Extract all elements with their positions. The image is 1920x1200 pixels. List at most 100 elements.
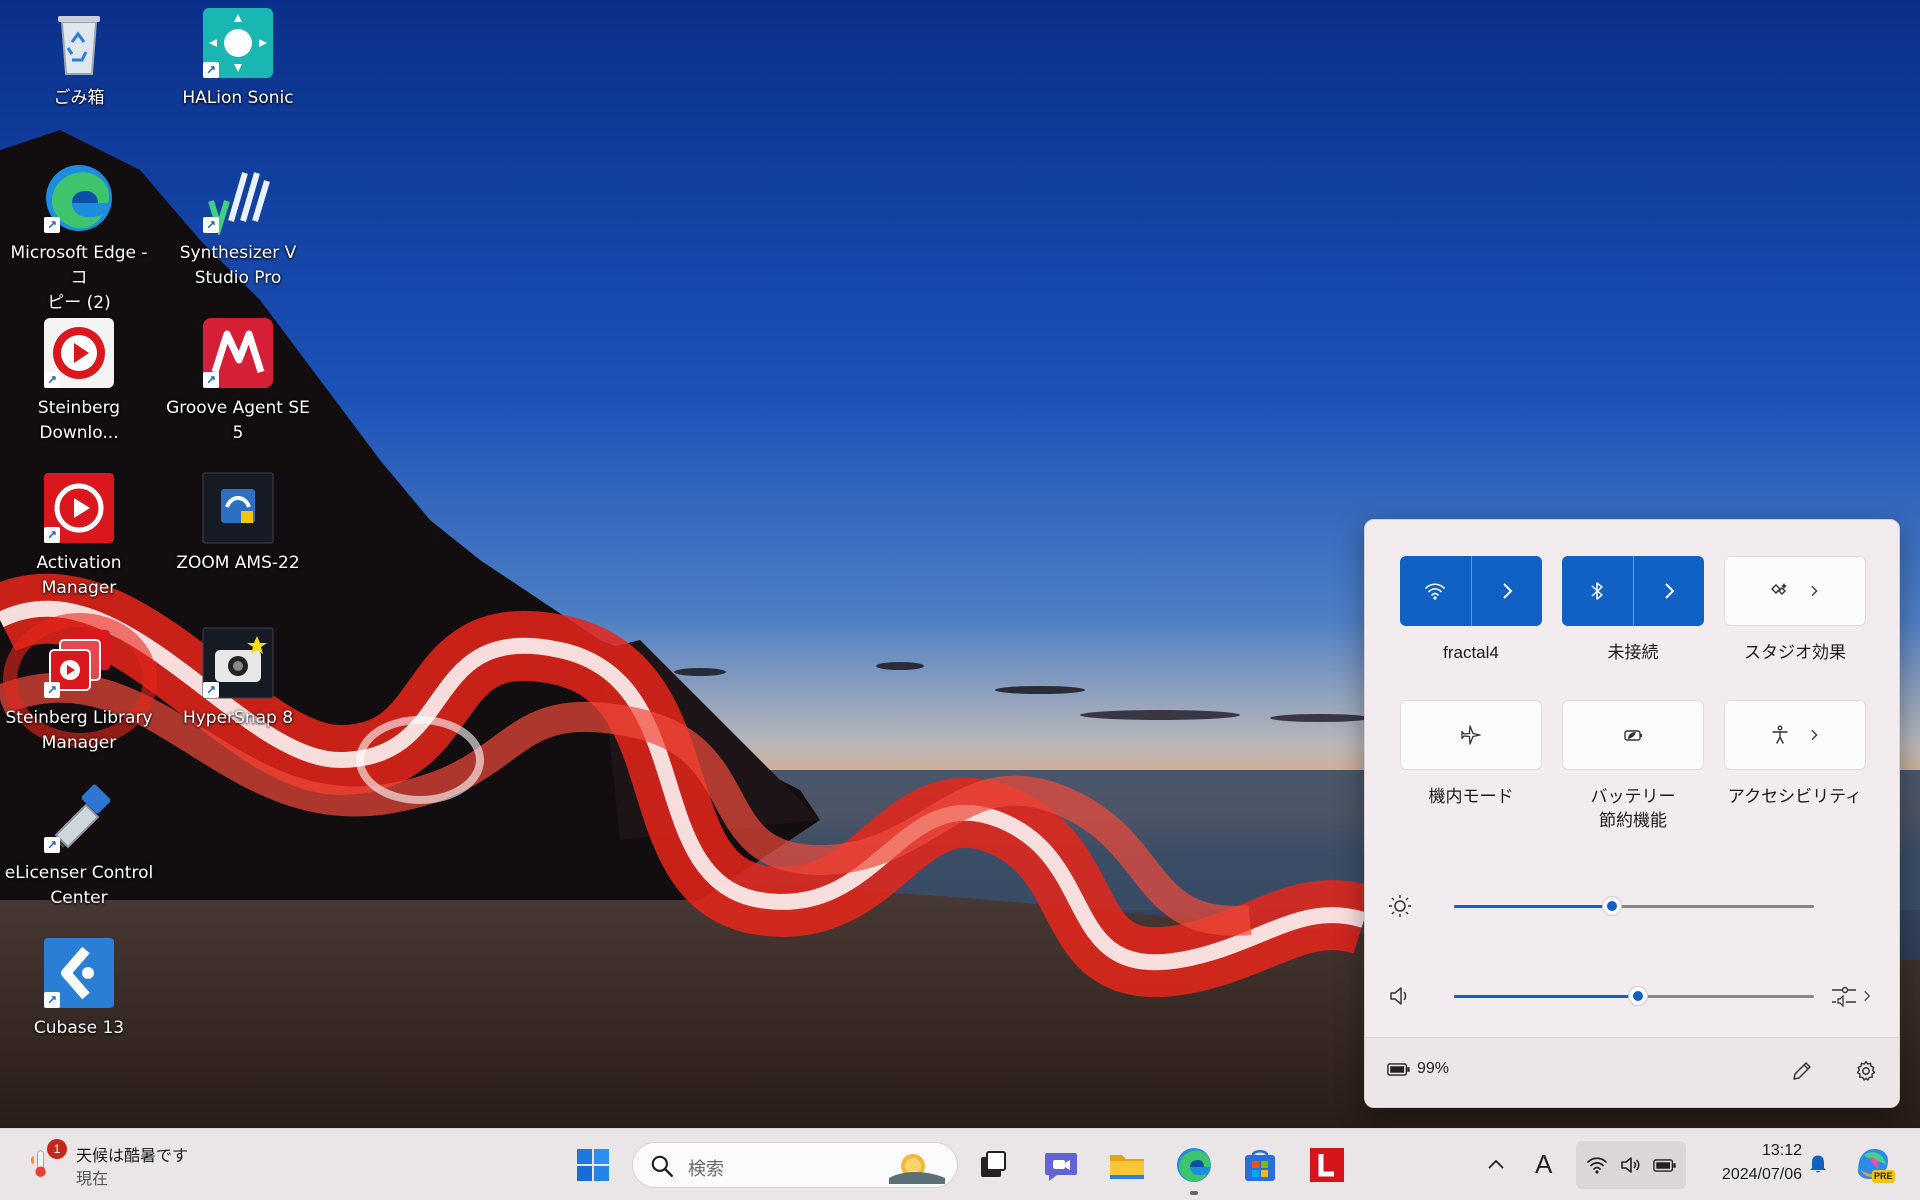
clock[interactable]: 13:12 2024/07/06 (1692, 1139, 1802, 1191)
edge-taskbar-button[interactable] (1172, 1143, 1216, 1195)
desktop-icon-steinberg-library[interactable]: ↗ Steinberg Library Manager (0, 626, 158, 756)
microsoft-store-button[interactable] (1238, 1143, 1282, 1187)
battery-saver-tile-label: バッテリー 節約機能 (1590, 787, 1676, 830)
studio-effects-icon (1771, 583, 1787, 595)
search-box[interactable]: 検索 (632, 1142, 958, 1188)
elicenser-icon: ↗ (42, 781, 116, 855)
task-view-icon (981, 1151, 1006, 1177)
start-button[interactable] (571, 1143, 615, 1187)
task-view-button[interactable] (971, 1143, 1015, 1187)
desktop-icon-label: Steinberg Library Manager (5, 708, 153, 753)
desktop-icon-edge[interactable]: ↗ Microsoft Edge - コ ピー (2) (0, 161, 158, 316)
wifi-icon (1425, 583, 1446, 600)
weather-widget[interactable]: 1 天候は酷暑です 現在 (26, 1139, 216, 1189)
edge-icon (1177, 1148, 1211, 1182)
weather-subtext: 現在 (76, 1171, 109, 1188)
search-placeholder: 検索 (688, 1159, 724, 1179)
desktop-icon-label: Activation Manager (36, 553, 122, 598)
notifications-button[interactable] (1806, 1151, 1830, 1179)
brightness-slider-row (1365, 886, 1901, 926)
steinberg-download-icon: ↗ (42, 316, 116, 390)
desktop-icon-halion-sonic[interactable]: ↗ HALion Sonic (159, 6, 317, 111)
airplane-mode-tile[interactable] (1400, 700, 1542, 770)
volume-slider-row (1365, 976, 1901, 1016)
store-icon (1245, 1150, 1275, 1181)
activation-manager-icon: ↗ (42, 471, 116, 545)
weather-badge: 1 (47, 1139, 67, 1159)
wifi-tile[interactable] (1400, 556, 1542, 626)
desktop-icon-label: Cubase 13 (33, 1018, 125, 1038)
wifi-toggle[interactable] (1400, 556, 1471, 626)
chevron-right-icon (1811, 585, 1818, 597)
bell-icon (1810, 1155, 1826, 1173)
teams-chat-button[interactable] (1039, 1143, 1083, 1187)
bluetooth-toggle[interactable] (1562, 556, 1633, 626)
teams-chat-icon (1045, 1153, 1077, 1181)
chevron-up-icon (1488, 1159, 1504, 1169)
studio-effects-tile-label: スタジオ効果 (1744, 643, 1846, 662)
chevron-right-icon (1864, 990, 1871, 1002)
accessibility-tile-label: アクセシビリティ (1727, 787, 1863, 806)
desktop-icon-label: Synthesizer V Studio Pro (179, 243, 297, 288)
brightness-thumb[interactable] (1602, 896, 1623, 916)
ime-indicator[interactable]: A (1535, 1149, 1552, 1180)
accessibility-tile[interactable] (1724, 700, 1866, 770)
desktop-icon-label: Groove Agent SE 5 (166, 398, 310, 443)
volume-slider[interactable] (1454, 986, 1814, 1006)
cubase-icon: ↗ (42, 936, 116, 1010)
wifi-tile-label: fractal4 (1443, 643, 1499, 662)
battery-saver-icon (1624, 730, 1642, 741)
clock-time: 13:12 (1761, 1142, 1802, 1159)
desktop-icon-activation-manager[interactable]: ↗ Activation Manager (0, 471, 158, 601)
taskbar: 1 天候は酷暑です 現在 検索 A 13:12 2024/07/06 PRE (0, 1128, 1920, 1200)
brightness-icon (1389, 895, 1411, 917)
desktop-icon-elicenser[interactable]: ↗ eLicenser Control Center (0, 781, 158, 911)
bluetooth-expand-button[interactable] (1632, 556, 1705, 626)
folder-icon (1110, 1155, 1144, 1179)
desktop-icon-groove-agent[interactable]: ↗ Groove Agent SE 5 (159, 316, 317, 446)
file-explorer-button[interactable] (1105, 1143, 1149, 1187)
bluetooth-tile[interactable] (1562, 556, 1704, 626)
volume-thumb[interactable] (1627, 986, 1648, 1006)
desktop-icon-cubase[interactable]: ↗ Cubase 13 (0, 936, 158, 1041)
steinberg-library-icon: ↗ (42, 626, 116, 700)
l-app-button[interactable] (1305, 1143, 1349, 1187)
desktop-icon-steinberg-download[interactable]: ↗ Steinberg Downlo... (0, 316, 158, 446)
audio-output-button[interactable] (1830, 982, 1876, 1010)
battery-saver-tile[interactable] (1562, 700, 1704, 770)
desktop-icon-recycle-bin[interactable]: ごみ箱 (0, 6, 158, 111)
desktop-icon-hypersnap[interactable]: ↗ HyperSnap 8 (159, 626, 317, 731)
running-indicator (1190, 1191, 1198, 1195)
airplane-mode-tile-label: 機内モード (1428, 787, 1514, 806)
battery-icon (1653, 1158, 1676, 1172)
studio-effects-tile[interactable] (1724, 556, 1866, 626)
airplane-icon (1461, 725, 1481, 745)
search-highlight-icon (889, 1154, 945, 1184)
bluetooth-icon (1591, 582, 1603, 600)
wifi-expand-button[interactable] (1470, 556, 1543, 626)
show-hidden-icons-button[interactable] (1484, 1149, 1514, 1181)
bluetooth-tile-label: 未接続 (1607, 643, 1659, 662)
copilot-button[interactable]: PRE (1850, 1141, 1896, 1187)
brightness-slider[interactable] (1454, 896, 1814, 916)
battery-status[interactable]: 99% (1387, 1060, 1449, 1078)
chevron-right-icon (1811, 729, 1818, 741)
groove-agent-icon: ↗ (201, 316, 275, 390)
desktop-icon-synthesizer-v[interactable]: ↗ Synthesizer V Studio Pro (159, 161, 317, 291)
quick-settings-footer: 99% (1365, 1037, 1899, 1107)
weather-text: 天候は酷暑です (76, 1148, 189, 1165)
desktop-icon-label: HyperSnap 8 (182, 708, 294, 728)
desktop-icon-label: Microsoft Edge - コ ピー (2) (10, 243, 148, 313)
chevron-right-icon (1665, 583, 1675, 599)
network-volume-battery-button[interactable] (1576, 1141, 1686, 1189)
chevron-right-icon (1503, 583, 1513, 599)
pencil-icon (1793, 1062, 1811, 1080)
brightness-fill (1454, 905, 1613, 908)
desktop-icon-zoom-ams[interactable]: ZOOM AMS-22 (159, 471, 317, 576)
edit-quick-settings-button[interactable] (1790, 1059, 1818, 1087)
search-icon (651, 1155, 673, 1177)
battery-icon (1387, 1062, 1410, 1076)
desktop-icon-label: eLicenser Control Center (4, 863, 154, 908)
desktop-icon-label: Steinberg Downlo... (37, 398, 121, 443)
settings-button[interactable] (1854, 1059, 1882, 1087)
